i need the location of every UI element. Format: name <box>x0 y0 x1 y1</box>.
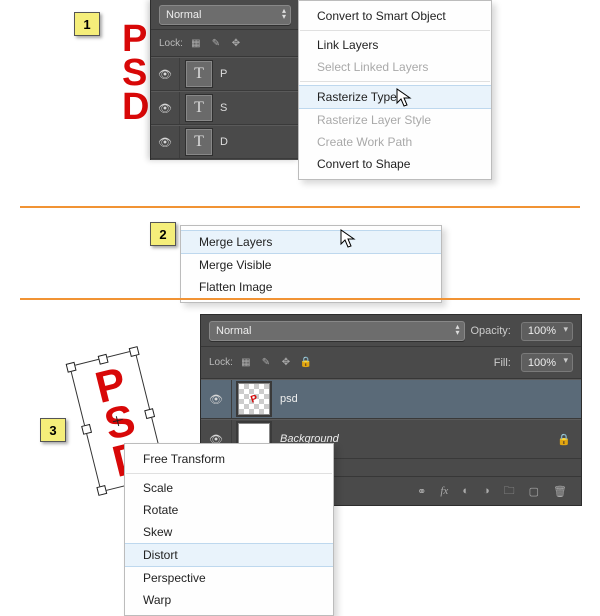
menu-item-flatten-image[interactable]: Flatten Image <box>181 276 441 298</box>
blend-mode-value: Normal <box>216 325 251 337</box>
menu-item-free-transform[interactable]: Free Transform <box>125 448 333 470</box>
eye-icon: 👁 <box>158 136 172 149</box>
layer-thumb <box>238 383 270 415</box>
blend-mode-select[interactable]: Normal ▴▾ <box>209 321 465 341</box>
menu-item-scale[interactable]: Scale <box>125 477 333 499</box>
new-layer-icon[interactable]: ▢ <box>529 485 539 498</box>
type-layer-thumb: T <box>186 95 212 121</box>
link-layers-icon[interactable]: ⚭ <box>417 485 426 498</box>
menu-item-rotate[interactable]: Rotate <box>125 499 333 521</box>
step-badge-2: 2 <box>150 222 176 246</box>
group-icon[interactable]: 🗀 <box>504 482 515 501</box>
eye-icon: 👁 <box>158 102 172 115</box>
menu-item-merge-layers[interactable]: Merge Layers <box>181 230 441 254</box>
menu-separator <box>300 30 490 31</box>
psd-letter: P <box>122 22 148 56</box>
fill-field[interactable]: 100% <box>521 353 573 372</box>
lock-paint-icon[interactable]: ✎ <box>259 356 273 370</box>
menu-item-rasterize-layer-style: Rasterize Layer Style <box>299 109 491 131</box>
lock-all-icon[interactable]: 🔒 <box>299 356 313 370</box>
layer-name: S <box>220 102 227 114</box>
adjustment-icon[interactable]: ◑ <box>483 485 490 497</box>
step-badge-1: 1 <box>74 12 100 36</box>
context-menu-3: Free Transform Scale Rotate Skew Distort… <box>124 443 334 616</box>
layer-name: D <box>220 136 228 148</box>
menu-item-perspective[interactable]: Perspective <box>125 567 333 589</box>
layer-name: psd <box>280 393 298 405</box>
menu-item-skew[interactable]: Skew <box>125 521 333 543</box>
fx-icon[interactable]: fx <box>440 485 448 497</box>
psd-vertical-text: P S D <box>122 22 148 124</box>
opacity-label: Opacity: <box>471 325 511 337</box>
layers-panel-1: Normal ▴▾ Lock: ▦ ✎ ✥ 👁 T P 👁 T S 👁 T D <box>150 0 299 160</box>
lock-transparency-icon[interactable]: ▦ <box>189 36 203 50</box>
layer-row[interactable]: 👁 T S <box>151 91 299 125</box>
menu-item-select-linked-layers: Select Linked Layers <box>299 56 491 78</box>
mask-icon[interactable]: ◐ <box>462 485 469 497</box>
layer-row-psd[interactable]: 👁 psd <box>201 379 581 419</box>
opacity-field[interactable]: 100% <box>521 322 573 341</box>
step-badge-3: 3 <box>40 418 66 442</box>
menu-item-distort[interactable]: Distort <box>125 543 333 567</box>
lock-move-icon[interactable]: ✥ <box>279 356 293 370</box>
eye-icon: 👁 <box>209 393 223 406</box>
lock-label: Lock: <box>159 38 183 49</box>
transform-handle[interactable] <box>98 354 109 365</box>
menu-item-rasterize-type[interactable]: Rasterize Type <box>299 85 491 109</box>
type-layer-thumb: T <box>186 61 212 87</box>
transform-handle[interactable] <box>66 362 77 373</box>
context-menu-1: Convert to Smart Object Link Layers Sele… <box>298 0 492 180</box>
opacity-value: 100% <box>528 325 556 337</box>
psd-letter: D <box>122 90 148 124</box>
layer-row[interactable]: 👁 T P <box>151 57 299 91</box>
fill-value: 100% <box>528 357 556 369</box>
trash-icon[interactable]: 🗑 <box>553 485 567 498</box>
transform-handle[interactable] <box>144 408 155 419</box>
transform-handle[interactable] <box>129 346 140 357</box>
menu-item-convert-to-shape[interactable]: Convert to Shape <box>299 153 491 175</box>
psd-letter: S <box>122 56 148 90</box>
lock-transparency-icon[interactable]: ▦ <box>239 356 253 370</box>
lock-icon: 🔒 <box>557 433 571 446</box>
transform-handle[interactable] <box>81 424 92 435</box>
menu-item-link-layers[interactable]: Link Layers <box>299 34 491 56</box>
section-divider <box>20 206 580 208</box>
type-layer-thumb: T <box>186 129 212 155</box>
visibility-toggle[interactable]: 👁 <box>151 126 180 158</box>
eye-icon: 👁 <box>158 68 172 81</box>
menu-item-warp[interactable]: Warp <box>125 589 333 611</box>
visibility-toggle[interactable]: 👁 <box>201 380 232 418</box>
visibility-toggle[interactable]: 👁 <box>151 58 180 90</box>
transform-center-icon[interactable] <box>112 415 124 427</box>
lock-label: Lock: <box>209 357 233 368</box>
menu-separator <box>126 473 332 474</box>
visibility-toggle[interactable]: 👁 <box>151 92 180 124</box>
transform-handle[interactable] <box>96 485 107 496</box>
lock-paint-icon[interactable]: ✎ <box>209 36 223 50</box>
context-menu-2: Merge Layers Merge Visible Flatten Image <box>180 225 442 303</box>
menu-item-merge-visible[interactable]: Merge Visible <box>181 254 441 276</box>
section-divider <box>20 298 580 300</box>
menu-separator <box>300 81 490 82</box>
select-arrows-icon: ▴▾ <box>282 8 286 20</box>
layer-row[interactable]: 👁 T D <box>151 125 299 159</box>
layer-name: P <box>220 68 227 80</box>
blend-mode-select[interactable]: Normal ▴▾ <box>159 5 291 25</box>
menu-item-create-work-path: Create Work Path <box>299 131 491 153</box>
fill-label: Fill: <box>494 357 511 369</box>
blend-mode-value: Normal <box>166 9 201 21</box>
menu-item-convert-smart-object[interactable]: Convert to Smart Object <box>299 5 491 27</box>
select-arrows-icon: ▴▾ <box>455 324 459 336</box>
lock-move-icon[interactable]: ✥ <box>229 36 243 50</box>
